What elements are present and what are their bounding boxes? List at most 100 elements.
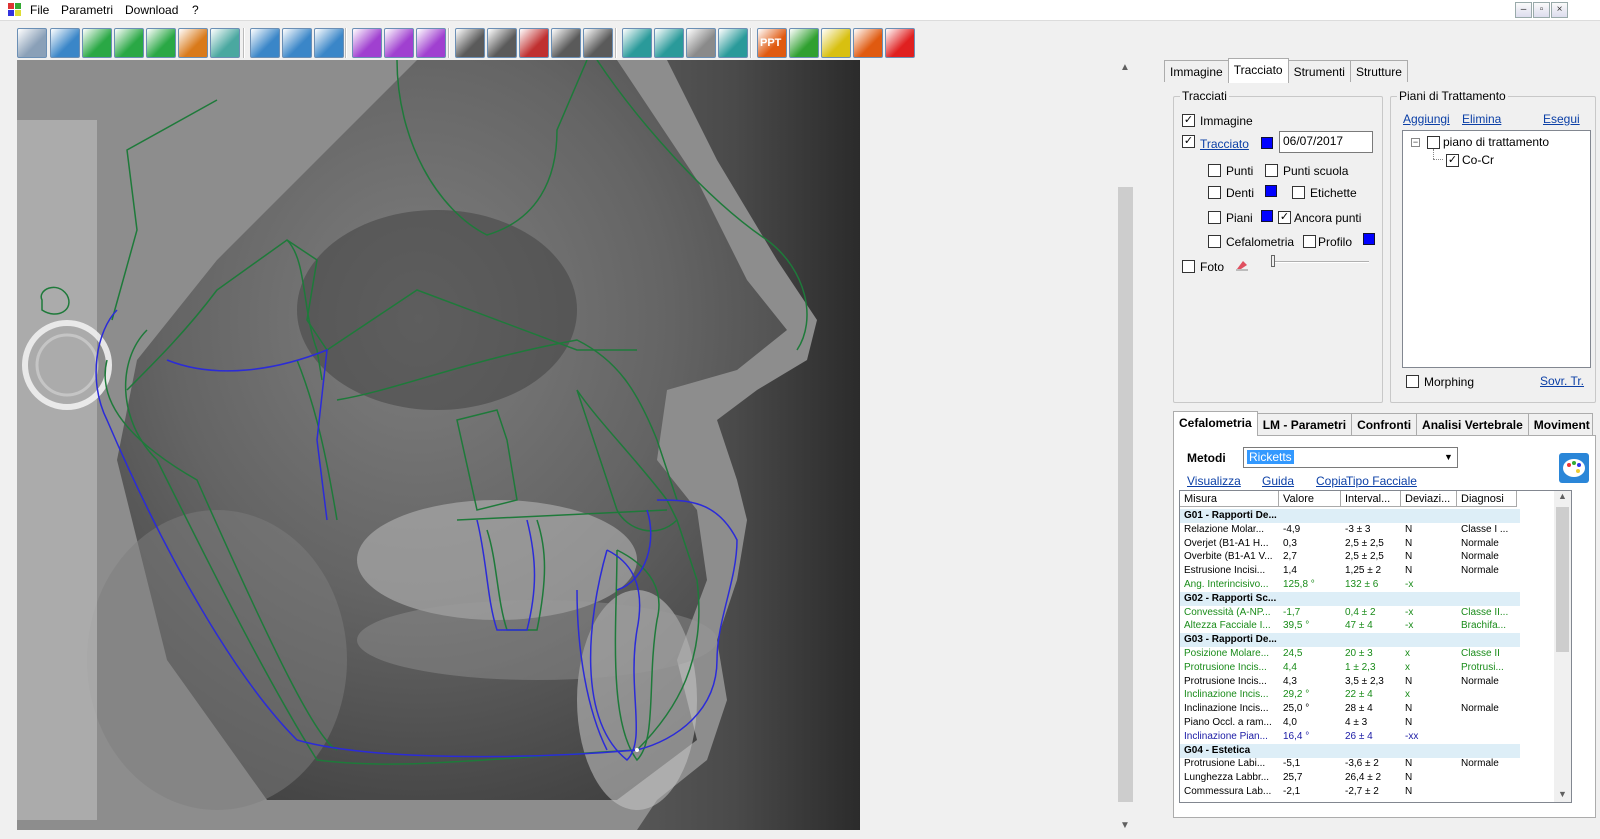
tab-analisi-vertebrale[interactable]: Analisi Vertebrale [1416, 413, 1529, 435]
table-row[interactable]: Relazione Molar... -4,9 -3 ± 3 N Classe I ..… [1180, 523, 1520, 537]
morphing-checkbox[interactable] [1406, 375, 1419, 388]
zoom-point-button[interactable] [50, 28, 80, 58]
table-group-row[interactable]: G03 - Rapporti De... [1180, 633, 1520, 648]
tree-child-checkbox[interactable]: ✓ [1446, 154, 1459, 167]
table-row[interactable]: Ang. Interincisivo... 125,8 ° 132 ± 6 -x [1180, 578, 1520, 592]
tab-moviment[interactable]: Moviment [1527, 413, 1593, 435]
elimina-link[interactable]: Elimina [1462, 112, 1501, 126]
print-button[interactable] [622, 28, 652, 58]
menu-download[interactable]: Download [125, 3, 178, 17]
table-scroll-down-icon[interactable]: ▼ [1558, 789, 1567, 799]
lip-button[interactable] [519, 28, 549, 58]
foto-opacity-track[interactable] [1273, 261, 1369, 263]
tab-strumenti[interactable]: Strumenti [1287, 60, 1351, 82]
scroll-thumb[interactable] [1118, 187, 1133, 802]
pointer-button[interactable] [178, 28, 208, 58]
tracciato-date-field[interactable]: 06/07/2017 [1279, 131, 1373, 153]
table-row[interactable]: Inclinazione Pian... 16,4 ° 26 ± 4 -xx [1180, 730, 1520, 744]
measurement-table[interactable]: Misura Valore Interval... Deviazi... Dia… [1179, 490, 1572, 803]
eye-button[interactable] [583, 28, 613, 58]
copia-link[interactable]: Copia [1316, 474, 1347, 488]
table-row[interactable]: Estrusione Incisi... 1,4 1,25 ± 2 N Normale [1180, 564, 1520, 578]
tree-root-checkbox[interactable] [1427, 136, 1440, 149]
table-row[interactable]: Commessura Lab... -2,1 -2,7 ± 2 N [1180, 785, 1520, 799]
calibrate-button[interactable] [17, 28, 47, 58]
table-group-row[interactable]: G04 - Estetica [1180, 743, 1520, 758]
tree-collapse-icon[interactable]: − [1411, 138, 1420, 147]
flip-diag-button[interactable] [416, 28, 446, 58]
piani-checkbox[interactable] [1208, 211, 1221, 224]
redo-button[interactable] [114, 28, 144, 58]
cephalometric-image[interactable] [17, 60, 860, 830]
metodi-select[interactable]: Ricketts ▼ [1243, 447, 1458, 468]
tab-immagine[interactable]: Immagine [1164, 60, 1229, 82]
close-button[interactable]: × [1551, 2, 1568, 18]
visualizza-link[interactable]: Visualizza [1187, 474, 1241, 488]
profilo-color-swatch[interactable] [1363, 233, 1375, 245]
etichette-checkbox[interactable] [1292, 186, 1305, 199]
immagine-checkbox[interactable]: ✓ [1182, 114, 1195, 127]
foto-opacity-slider[interactable] [1271, 255, 1275, 267]
menu-file[interactable]: File [30, 3, 49, 17]
check-button[interactable] [789, 28, 819, 58]
tab-cefalometria[interactable]: Cefalometria [1173, 411, 1258, 436]
col-intervallo[interactable]: Interval... [1341, 491, 1401, 506]
print-gray-button[interactable] [686, 28, 716, 58]
table-row[interactable]: Altezza Facciale I... 39,5 ° 47 ± 4 -x Brach… [1180, 619, 1520, 633]
denti-color-swatch[interactable] [1265, 185, 1277, 197]
restore-button[interactable]: ▫ [1533, 2, 1550, 18]
menu-help[interactable]: ? [192, 3, 199, 17]
tracciato-link[interactable]: Tracciato [1200, 137, 1249, 151]
half-face-button[interactable] [551, 28, 581, 58]
minimize-button[interactable]: – [1515, 2, 1532, 18]
esegui-link[interactable]: Esegui [1543, 112, 1580, 126]
piani-color-swatch[interactable] [1261, 210, 1273, 222]
tree-child-label[interactable]: Co-Cr [1462, 153, 1494, 167]
punti-checkbox[interactable] [1208, 164, 1221, 177]
magnify-button[interactable] [210, 28, 240, 58]
tab-tracciato[interactable]: Tracciato [1227, 58, 1289, 83]
table-row[interactable]: Protrusione Labi... -5,1 -3,6 ± 2 N Normale [1180, 757, 1520, 771]
sovr-tr-link[interactable]: Sovr. Tr. [1540, 374, 1584, 388]
table-group-row[interactable]: G01 - Rapporti De... [1180, 509, 1520, 523]
tracciato-color-swatch[interactable] [1261, 137, 1273, 149]
table-scroll-thumb[interactable] [1556, 507, 1569, 652]
table-row[interactable]: Convessità (A-NP... -1,7 0,4 ± 2 -x Classe I… [1180, 606, 1520, 620]
pin-button[interactable] [487, 28, 517, 58]
table-row[interactable]: Protrusione Incis... 4,3 3,5 ± 2,3 N Normale [1180, 675, 1520, 689]
table-row[interactable]: Overjet (B1-A1 H... 0,3 2,5 ± 2,5 N Normale [1180, 537, 1520, 551]
col-deviazione[interactable]: Deviazi... [1401, 491, 1457, 506]
patient-button[interactable] [250, 28, 280, 58]
hand-button[interactable] [853, 28, 883, 58]
table-row[interactable]: Piano Occl. a ram... 4,0 4 ± 3 N [1180, 716, 1520, 730]
menu-parametri[interactable]: Parametri [61, 3, 113, 17]
table-group-row[interactable]: G02 - Rapporti Sc... [1180, 591, 1520, 606]
flip-v-button[interactable] [384, 28, 414, 58]
table-row[interactable]: Inclinazione Incis... 25,0 ° 28 ± 4 N Normal… [1180, 702, 1520, 716]
print-preview-button[interactable] [654, 28, 684, 58]
table-row[interactable]: Lunghezza Labbr... 25,7 26,4 ± 2 N [1180, 771, 1520, 785]
scroll-down-icon[interactable]: ▼ [1120, 820, 1130, 831]
eraser-icon[interactable] [1235, 257, 1249, 271]
table-scrollbar[interactable]: ▲ ▼ [1554, 491, 1571, 802]
profilo-checkbox[interactable] [1303, 235, 1316, 248]
table-row[interactable]: Posizione Molare... 24,5 20 ± 3 x Classe II [1180, 647, 1520, 661]
scroll-up-icon[interactable]: ▲ [1120, 62, 1130, 73]
punti-scuola-checkbox[interactable] [1265, 164, 1278, 177]
tab-lm-parametri[interactable]: LM - Parametri [1256, 413, 1353, 435]
xray-canvas[interactable] [17, 60, 860, 830]
table-scroll-up-icon[interactable]: ▲ [1558, 491, 1567, 501]
patient-search-button[interactable] [282, 28, 312, 58]
guida-link[interactable]: Guida [1262, 474, 1294, 488]
flip-h-button[interactable] [352, 28, 382, 58]
exit-button[interactable] [885, 28, 915, 58]
denti-checkbox[interactable] [1208, 186, 1221, 199]
palette-icon[interactable] [1559, 453, 1589, 483]
tracciato-checkbox[interactable]: ✓ [1182, 135, 1195, 148]
tab-confronti[interactable]: Confronti [1351, 413, 1418, 435]
treatment-tree[interactable]: − piano di trattamento ✓ Co-Cr [1402, 130, 1591, 368]
table-row[interactable]: Protrusione Incis... 4,4 1 ± 2,3 x Protrusi.… [1180, 661, 1520, 675]
download-button[interactable] [821, 28, 851, 58]
ancora-punti-checkbox[interactable]: ✓ [1278, 211, 1291, 224]
col-valore[interactable]: Valore [1279, 491, 1341, 506]
